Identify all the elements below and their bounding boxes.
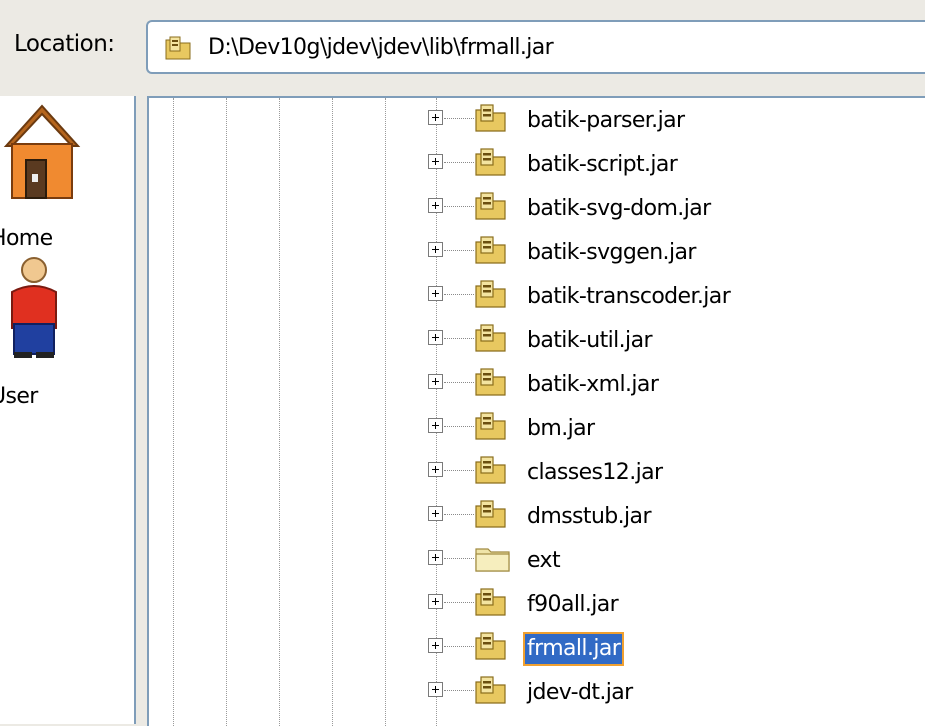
tree-item-label[interactable]: batik-transcoder.jar [525, 282, 732, 312]
jar-icon [474, 631, 508, 665]
tree-connector [444, 250, 474, 251]
expand-icon[interactable] [428, 286, 443, 301]
expand-icon[interactable] [428, 242, 443, 257]
tree-row[interactable]: batik-parser.jar [149, 100, 925, 144]
jar-icon [474, 191, 508, 225]
tree-connector [444, 338, 474, 339]
jar-icon [474, 411, 508, 445]
expand-icon[interactable] [428, 110, 443, 125]
tree-row[interactable]: f90all.jar [149, 584, 925, 628]
expand-icon[interactable] [428, 154, 443, 169]
tree-item-label[interactable]: f90all.jar [525, 590, 620, 620]
folder-icon [474, 543, 512, 577]
tree-row[interactable]: batik-script.jar [149, 144, 925, 188]
tree-item-label[interactable]: frmall.jar [522, 632, 625, 666]
expand-icon[interactable] [428, 374, 443, 389]
user-icon [4, 256, 74, 370]
tree-item-label[interactable]: batik-script.jar [525, 150, 679, 180]
jar-icon [474, 147, 508, 181]
tree-connector [444, 602, 474, 603]
jar-icon [474, 455, 508, 489]
tree-row[interactable]: classes12.jar [149, 452, 925, 496]
tree-row[interactable]: batik-svggen.jar [149, 232, 925, 276]
tree-item-label[interactable]: batik-parser.jar [525, 106, 686, 136]
tree-connector [444, 382, 474, 383]
tree-connector [444, 646, 474, 647]
jar-icon [474, 103, 508, 137]
location-label: Location: [14, 31, 115, 57]
jar-icon [474, 235, 508, 269]
tree-item-label[interactable]: batik-xml.jar [525, 370, 660, 400]
expand-icon[interactable] [428, 638, 443, 653]
jar-icon [164, 35, 192, 65]
tree-row[interactable]: jdev-dt.jar [149, 672, 925, 716]
tree-row[interactable]: frmall.jar [149, 628, 925, 672]
home-icon [0, 96, 86, 210]
places-sidebar: Home User [0, 96, 136, 724]
expand-icon[interactable] [428, 594, 443, 609]
tree-item-label[interactable]: ext [525, 546, 562, 576]
tree-item-label[interactable]: batik-svg-dom.jar [525, 194, 713, 224]
place-home[interactable]: Home [0, 96, 134, 256]
jar-icon [474, 279, 508, 313]
tree-connector [444, 294, 474, 295]
expand-icon[interactable] [428, 462, 443, 477]
expand-icon[interactable] [428, 198, 443, 213]
tree-row[interactable]: batik-svg-dom.jar [149, 188, 925, 232]
jar-icon [474, 323, 508, 357]
place-home-label: Home [0, 226, 53, 251]
tree-connector [444, 206, 474, 207]
file-tree[interactable]: batik-parser.jar batik-script.jar batik-sv… [147, 96, 925, 726]
tree-connector [444, 162, 474, 163]
expand-icon[interactable] [428, 682, 443, 697]
expand-icon[interactable] [428, 330, 443, 345]
expand-icon[interactable] [428, 418, 443, 433]
tree-connector [444, 558, 474, 559]
jar-icon [474, 675, 508, 709]
tree-connector [444, 470, 474, 471]
location-field[interactable]: D:\Dev10g\jdev\jdev\lib\frmall.jar [146, 20, 925, 74]
tree-item-label[interactable]: jdev-dt.jar [525, 678, 635, 708]
tree-item-label[interactable]: dmsstub.jar [525, 502, 653, 532]
tree-row[interactable]: batik-transcoder.jar [149, 276, 925, 320]
tree-row[interactable]: bm.jar [149, 408, 925, 452]
tree-item-label[interactable]: batik-util.jar [525, 326, 654, 356]
tree-row[interactable]: ext [149, 540, 925, 584]
tree-connector [444, 690, 474, 691]
tree-connector [444, 118, 474, 119]
tree-connector [444, 514, 474, 515]
tree-row[interactable]: batik-util.jar [149, 320, 925, 364]
jar-icon [474, 587, 508, 621]
tree-connector [444, 426, 474, 427]
tree-row[interactable]: batik-xml.jar [149, 364, 925, 408]
expand-icon[interactable] [428, 506, 443, 521]
jar-icon [474, 499, 508, 533]
tree-item-label[interactable]: classes12.jar [525, 458, 664, 488]
tree-item-label[interactable]: bm.jar [525, 414, 596, 444]
jar-icon [474, 367, 508, 401]
place-user[interactable]: User [0, 256, 134, 416]
tree-row[interactable]: dmsstub.jar [149, 496, 925, 540]
location-path[interactable]: D:\Dev10g\jdev\jdev\lib\frmall.jar [208, 35, 554, 60]
tree-item-label[interactable]: batik-svggen.jar [525, 238, 698, 268]
expand-icon[interactable] [428, 550, 443, 565]
place-user-label: User [0, 384, 38, 409]
